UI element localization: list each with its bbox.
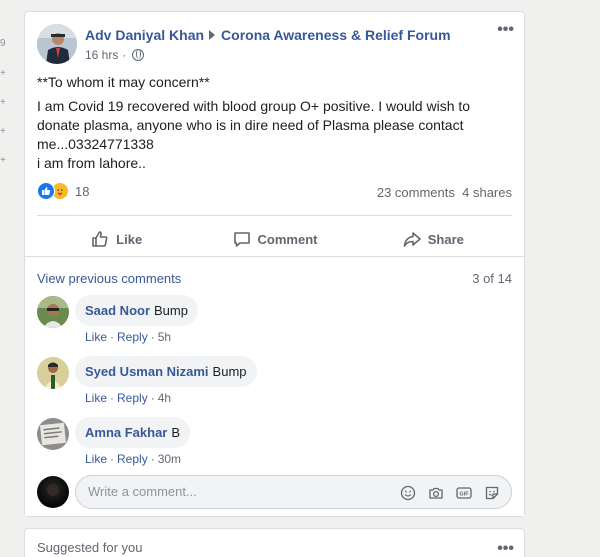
sticker-icon[interactable] xyxy=(483,484,501,502)
left-strip-text: + xyxy=(0,155,6,166)
separator-dot: · xyxy=(150,391,155,405)
commenter-name[interactable]: Syed Usman Nizami xyxy=(85,364,209,379)
post-stats: 23 comments 4 shares xyxy=(377,185,512,200)
comment-text: B xyxy=(171,425,181,440)
post-card: Adv Daniyal Khan Corona Awareness & Reli… xyxy=(24,11,525,517)
comment-bubble: Syed Usman Nizami Bump xyxy=(75,356,257,387)
post-text-line: **To whom it may concern** xyxy=(37,74,210,90)
comments-section: View previous comments 3 of 14 Saad Noor… xyxy=(25,256,524,516)
comment-item: Syed Usman Nizami Bump Like · Reply · 4h xyxy=(37,356,512,413)
comment-time[interactable]: 5h xyxy=(158,330,171,344)
comment-item: Saad Noor Bump Like · Reply · 5h xyxy=(37,295,512,352)
share-button-label: Share xyxy=(427,231,464,247)
suggested-title: Suggested for you xyxy=(37,540,143,555)
comment-like-link[interactable]: Like xyxy=(85,391,107,405)
left-side-strip: 9 + + + + xyxy=(0,0,12,557)
left-strip-text: + xyxy=(0,97,6,108)
arrow-right-icon xyxy=(209,30,216,40)
comment-button-label: Comment xyxy=(257,231,318,247)
comment-actions: Like · Reply · 30m xyxy=(85,452,181,466)
left-strip-text: + xyxy=(0,126,6,137)
left-strip-text: 9 xyxy=(0,38,6,49)
comment-time[interactable]: 30m xyxy=(158,452,181,466)
comment-actions: Like · Reply · 4h xyxy=(85,391,171,405)
shares-count-link[interactable]: 4 shares xyxy=(462,185,512,200)
comment-reply-link[interactable]: Reply xyxy=(117,330,148,344)
suggested-card: Suggested for you ••• xyxy=(24,528,525,557)
comments-page-count: 3 of 14 xyxy=(472,271,512,286)
post-timestamp[interactable]: 16 hrs xyxy=(85,48,118,62)
comment-text: Bump xyxy=(154,303,188,318)
group-name[interactable]: Corona Awareness & Relief Forum xyxy=(221,27,451,43)
comment-item: Amna Fakhar B Like · Reply · 30m xyxy=(37,417,512,474)
emoji-icon[interactable] xyxy=(399,484,417,502)
comment-button[interactable]: Comment xyxy=(195,222,353,256)
commenter-name[interactable]: Saad Noor xyxy=(85,303,150,318)
camera-icon[interactable] xyxy=(427,484,445,502)
commenter-avatar[interactable] xyxy=(37,296,69,328)
author-name[interactable]: Adv Daniyal Khan xyxy=(85,27,204,43)
composer-icons: GIF xyxy=(399,484,501,502)
separator-dot: · xyxy=(110,452,115,466)
share-icon xyxy=(403,232,421,247)
post-text-line: i am from lahore.. xyxy=(37,155,146,171)
thumbs-up-icon xyxy=(92,231,108,247)
comments-count-link[interactable]: 23 comments xyxy=(377,185,455,200)
separator-dot: · xyxy=(150,330,155,344)
reactions-summary[interactable]: 18 xyxy=(37,182,89,200)
post-body: **To whom it may concern** I am Covid 19… xyxy=(37,73,497,178)
gif-icon[interactable]: GIF xyxy=(455,484,473,502)
comment-bubble: Amna Fakhar B xyxy=(75,417,191,448)
comment-reply-link[interactable]: Reply xyxy=(117,391,148,405)
current-user-avatar[interactable] xyxy=(37,476,69,508)
comment-time[interactable]: 4h xyxy=(158,391,171,405)
post-actions-bar: Like Comment Share xyxy=(37,222,512,256)
comment-input[interactable] xyxy=(88,484,378,499)
meta-separator: · xyxy=(122,48,127,62)
separator-dot: · xyxy=(150,452,155,466)
like-button-label: Like xyxy=(116,231,143,247)
globe-icon[interactable] xyxy=(132,49,145,61)
separator-dot: · xyxy=(110,391,115,405)
commenter-avatar[interactable] xyxy=(37,418,69,450)
comment-icon xyxy=(233,232,250,247)
comment-bubble: Saad Noor Bump xyxy=(75,295,198,326)
comment-input-wrapper: GIF xyxy=(75,475,512,509)
comment-text: Bump xyxy=(212,364,247,379)
divider xyxy=(37,215,512,216)
comment-reply-link[interactable]: Reply xyxy=(117,452,148,466)
post-more-options-button[interactable]: ••• xyxy=(497,22,514,38)
suggested-more-options-button[interactable]: ••• xyxy=(497,541,514,557)
left-strip-text: + xyxy=(0,68,6,79)
author-avatar[interactable] xyxy=(37,24,77,64)
post-meta: 16 hrs · xyxy=(85,48,145,62)
view-previous-comments-link[interactable]: View previous comments xyxy=(37,271,181,286)
comment-actions: Like · Reply · 5h xyxy=(85,330,171,344)
comment-like-link[interactable]: Like xyxy=(85,452,107,466)
post-text-line: I am Covid 19 recovered with blood group… xyxy=(37,98,471,152)
commenter-name[interactable]: Amna Fakhar xyxy=(85,425,167,440)
separator-dot: · xyxy=(110,330,115,344)
post-header: Adv Daniyal Khan Corona Awareness & Reli… xyxy=(85,27,451,43)
comment-like-link[interactable]: Like xyxy=(85,330,107,344)
share-button[interactable]: Share xyxy=(354,222,512,256)
commenter-avatar[interactable] xyxy=(37,357,69,389)
like-icon xyxy=(37,182,55,200)
comment-composer: GIF xyxy=(37,475,512,509)
like-button[interactable]: Like xyxy=(37,222,195,256)
reaction-count[interactable]: 18 xyxy=(75,184,89,199)
gif-icon-text: GIF xyxy=(459,492,469,498)
